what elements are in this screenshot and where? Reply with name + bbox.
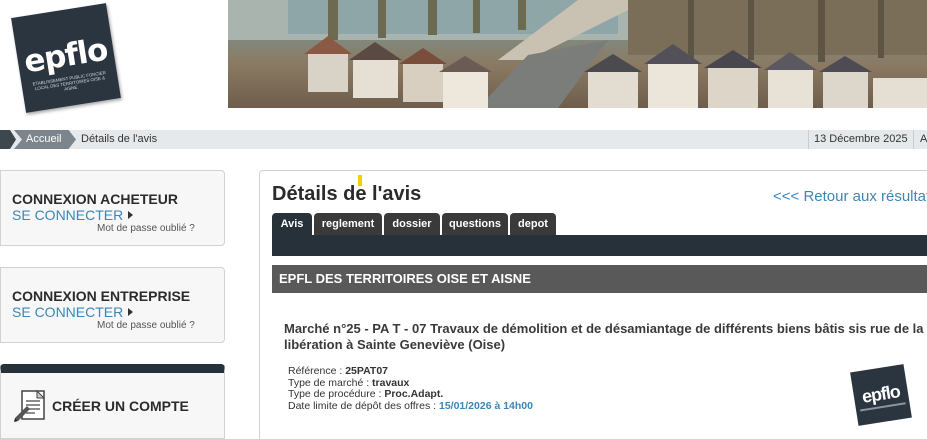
date-limite-label: Date limite de dépôt des offres : [288,399,439,412]
type-procedure-value: Proc.Adapt. [384,388,444,400]
document-pen-icon [14,389,46,422]
reference-label: Référence : [288,365,346,377]
back-to-results-link[interactable]: <<< Retour aux résultats [773,188,927,205]
type-procedure-label: Type de procédure : [288,388,385,400]
connexion-entreprise-box: CONNEXION ENTREPRISE SE CONNECTER Mot de… [0,267,225,343]
tab-avis[interactable]: Avis [272,213,312,235]
date-limite-value: 15/01/2026 à 14h00 [438,399,533,412]
type-marche-value: travaux [372,376,410,389]
marche-title: Marché n°25 - PA T - 07 Travaux de démol… [284,321,924,352]
avis-details-panel: Détails de l'avis <<< Retour aux résulta… [259,170,927,439]
current-date: 13 Décembre 2025 [808,130,912,149]
header-extra-link[interactable]: A [913,130,927,149]
organisation-name: EPFL DES TERRITOIRES OISE ET AISNE [272,265,927,293]
entreprise-forgot-password-link[interactable]: Mot de passe oublié ? [97,320,195,331]
entreprise-connect-link[interactable]: SE CONNECTER [12,304,134,320]
tab-questions[interactable]: questions [442,213,508,235]
breadcrumb-home-arrow-icon[interactable] [0,130,16,149]
breadcrumb-accueil-link[interactable]: Accueil [14,130,76,149]
acheteur-connect-link[interactable]: SE CONNECTER [12,207,134,223]
tab-depot[interactable]: depot [510,213,556,235]
acheteur-logo: epflo [850,364,912,426]
connexion-entreprise-title: CONNEXION ENTREPRISE [12,288,191,304]
tab-content-bar [272,235,927,256]
chevron-right-icon [128,211,134,219]
page-title: Détails de l'avis [272,183,422,205]
highlight-marker [358,175,362,186]
create-account-button[interactable]: CRÉER UN COMPTE [0,364,225,439]
chevron-right-icon [128,308,134,316]
avis-details-list: Référence : 25PAT07 Type de marché : tra… [288,365,533,413]
type-marche-label: Type de marché : [288,376,373,389]
breadcrumb: Accueil Détails de l'avis 13 Décembre 20… [0,130,927,149]
entreprise-connect-label: SE CONNECTER [12,304,124,320]
tab-dossier[interactable]: dossier [384,213,440,235]
connexion-acheteur-title: CONNEXION ACHETEUR [12,191,178,207]
tab-reglement[interactable]: reglement [314,213,382,235]
date-limite-row: Date limite de dépôt des offres : 15/01/… [288,399,533,413]
town-banner-photo [228,0,927,108]
breadcrumb-current-page: Détails de l'avis [81,133,158,145]
site-header: epflo ETABLISSEMENT PUBLIC FONCIER LOCAL… [0,0,927,113]
acheteur-connect-label: SE CONNECTER [12,207,124,223]
reference-value: 25PAT07 [345,365,389,377]
connexion-acheteur-box: CONNEXION ACHETEUR SE CONNECTER Mot de p… [0,170,225,246]
epflo-logo[interactable]: epflo ETABLISSEMENT PUBLIC FONCIER LOCAL… [11,3,121,113]
acheteur-forgot-password-link[interactable]: Mot de passe oublié ? [97,223,195,234]
create-account-label: CRÉER UN COMPTE [52,398,189,414]
